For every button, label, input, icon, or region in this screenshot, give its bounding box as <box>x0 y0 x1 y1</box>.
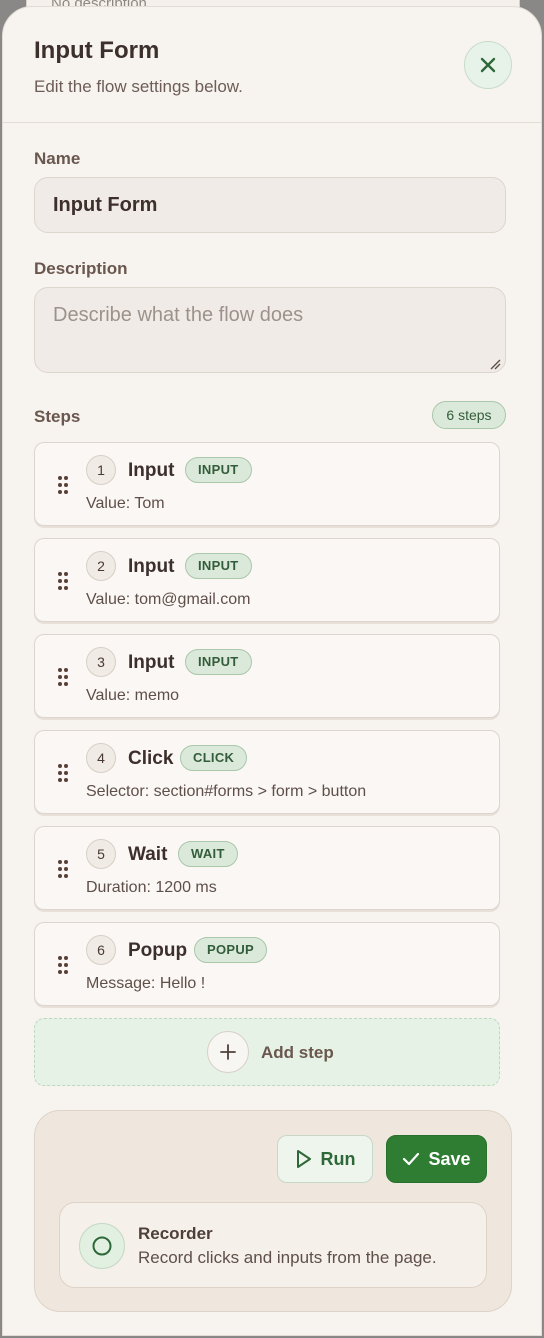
step-number: 1 <box>86 455 116 485</box>
recorder-card: Recorder Record clicks and inputs from t… <box>59 1202 487 1288</box>
step-type-badge: POPUP <box>194 937 268 963</box>
recorder-toggle[interactable] <box>79 1223 125 1269</box>
resize-grip-icon[interactable] <box>489 358 501 370</box>
step-type-badge: WAIT <box>178 841 238 867</box>
save-button[interactable]: Save <box>386 1135 487 1183</box>
step-number: 2 <box>86 551 116 581</box>
step-detail: Duration: 1200 ms <box>86 879 217 896</box>
drag-handle-icon[interactable] <box>55 953 71 977</box>
name-input[interactable]: Input Form <box>34 177 506 233</box>
add-step-label: Add step <box>261 1043 334 1062</box>
step-title: Input <box>128 652 175 673</box>
steps-label: Steps <box>34 407 81 426</box>
description-placeholder: Describe what the flow does <box>53 304 304 326</box>
record-icon <box>92 1236 112 1256</box>
step-detail: Message: Hello ! <box>86 975 206 992</box>
step-number: 6 <box>86 935 116 965</box>
step-detail: Value: tom@gmail.com <box>86 591 251 608</box>
run-button[interactable]: Run <box>277 1135 373 1183</box>
description-textarea[interactable]: Describe what the flow does <box>34 287 506 373</box>
drag-handle-icon[interactable] <box>55 569 71 593</box>
drag-handle-icon[interactable] <box>55 857 71 881</box>
step-number: 3 <box>86 647 116 677</box>
check-icon <box>403 1152 420 1166</box>
step-type-badge: INPUT <box>185 649 252 675</box>
recorder-title: Recorder <box>138 1224 213 1243</box>
step-title: Input <box>128 556 175 577</box>
step-card[interactable]: 3 Input INPUT Value: memo <box>34 634 500 718</box>
step-card[interactable]: 4 Click CLICK Selector: section#forms > … <box>34 730 500 814</box>
steps-count-badge: 6 steps <box>432 401 506 429</box>
close-icon <box>480 57 496 73</box>
play-icon <box>296 1150 311 1168</box>
dialog-footer: Run Save Recorder Record clicks and inpu… <box>34 1110 512 1312</box>
step-number: 4 <box>86 743 116 773</box>
plus-icon <box>220 1044 236 1060</box>
close-button[interactable] <box>464 41 512 89</box>
step-type-badge: INPUT <box>185 553 252 579</box>
description-label: Description <box>34 259 128 278</box>
add-step-circle <box>207 1031 249 1073</box>
save-label: Save <box>428 1148 471 1169</box>
step-type-badge: CLICK <box>180 745 248 771</box>
step-number: 5 <box>86 839 116 869</box>
edit-flow-dialog: Input Form Edit the flow settings below.… <box>2 6 542 1336</box>
drag-handle-icon[interactable] <box>55 761 71 785</box>
run-label: Run <box>320 1148 356 1169</box>
step-card[interactable]: 5 Wait WAIT Duration: 1200 ms <box>34 826 500 910</box>
step-title: Click <box>128 748 174 769</box>
step-detail: Value: memo <box>86 687 180 704</box>
step-card[interactable]: 6 Popup POPUP Message: Hello ! <box>34 922 500 1006</box>
step-detail: Value: Tom <box>86 495 165 512</box>
step-title: Input <box>128 460 175 481</box>
step-detail: Selector: section#forms > form > button <box>86 783 367 800</box>
recorder-description: Record clicks and inputs from the page. <box>138 1248 437 1267</box>
drag-handle-icon[interactable] <box>55 473 71 497</box>
step-card[interactable]: 1 Input INPUT Value: Tom <box>34 442 500 526</box>
step-title: Popup <box>128 940 188 961</box>
drag-handle-icon[interactable] <box>55 665 71 689</box>
add-step-button[interactable]: Add step <box>34 1018 500 1086</box>
name-label: Name <box>34 149 81 168</box>
dialog-title: Input Form <box>34 37 160 64</box>
step-card[interactable]: 2 Input INPUT Value: tom@gmail.com <box>34 538 500 622</box>
step-type-badge: INPUT <box>185 457 252 483</box>
dialog-header: Input Form Edit the flow settings below. <box>3 7 541 123</box>
dialog-subtitle: Edit the flow settings below. <box>34 77 243 96</box>
step-title: Wait <box>128 844 168 865</box>
